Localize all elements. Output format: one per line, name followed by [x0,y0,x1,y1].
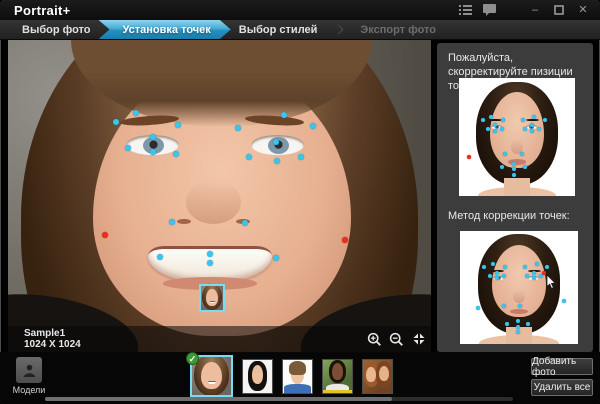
delete-all-button[interactable]: Удалить все [531,379,593,396]
selected-check-icon: ✓ [186,352,199,365]
app-title: Portrait+ [14,2,71,18]
landmark-point-cyan[interactable] [241,220,248,227]
tab-style-select[interactable]: Выбор стилей [225,20,332,39]
landmark-point-cyan[interactable] [503,151,508,156]
instruction-correction-method: Метод коррекции точек: [448,210,570,222]
title-bar: Portrait+ – ✕ [0,0,600,20]
file-name: Sample1 [24,327,66,339]
thumbnail-young-man[interactable] [282,359,313,394]
landmark-point-cyan[interactable] [534,261,539,266]
chevron-right-icon [333,24,344,35]
maximize-button[interactable] [552,4,566,16]
file-resolution: 1024 X 1024 [24,339,81,350]
task-list-icon[interactable] [458,4,472,16]
models-button[interactable]: Модели [9,357,49,395]
add-photo-button[interactable]: Добавить фото [531,356,593,378]
landmark-point-red[interactable] [467,155,472,160]
landmark-point-cyan[interactable] [523,126,528,131]
landmark-point-cyan[interactable] [515,329,520,334]
fit-to-screen-icon[interactable] [411,332,426,347]
landmark-point-cyan[interactable] [505,321,510,326]
landmark-point-cyan[interactable] [494,270,499,275]
landmark-point-cyan[interactable] [172,150,179,157]
landmark-point-cyan[interactable] [511,172,516,177]
app-window: Portrait+ – ✕ Выбор фото Установка точек… [0,0,600,404]
sample-neck [504,178,530,196]
feedback-bubble-icon[interactable] [482,4,496,16]
thumbnail-strip [190,354,393,397]
landmark-point-cyan[interactable] [487,274,492,279]
landmark-point-cyan[interactable] [537,126,542,131]
landmark-point-cyan[interactable] [491,261,496,266]
zoom-out-icon[interactable] [389,332,404,347]
landmark-point-cyan[interactable] [515,325,520,330]
close-button[interactable]: ✕ [576,4,590,16]
landmark-point-red[interactable] [101,232,108,238]
landmark-point-cyan[interactable] [486,126,490,131]
landmark-point-cyan[interactable] [112,119,119,126]
instruction-panel: Пожалуйста, скорректируйте пизиции точек… [437,43,593,352]
tab-set-points[interactable]: Установка точек [99,20,231,39]
thumbnail-girl-outdoor[interactable] [322,359,353,394]
zoom-in-icon[interactable] [367,332,382,347]
thumbnail-asian-woman[interactable] [242,359,273,394]
landmark-point-cyan[interactable] [169,218,176,225]
sample-points-image[interactable] [459,78,575,196]
landmark-point-cyan[interactable] [523,164,528,169]
wizard-tab-bar: Выбор фото Установка точек Выбор стилей … [0,20,600,40]
landmark-point-cyan[interactable] [501,303,506,308]
tab-export-photo: Экспорт фото [360,24,436,36]
tab-photo-select[interactable]: Выбор фото [8,20,105,39]
landmark-point-cyan[interactable] [280,111,287,118]
landmark-point-cyan[interactable] [502,265,507,270]
selected-photo-preview [199,284,225,312]
landmark-point-cyan[interactable] [519,151,524,156]
landmark-point-cyan[interactable] [501,274,506,279]
person-icon [16,357,42,383]
scrollbar-thumb[interactable] [45,397,392,401]
landmark-point-cyan[interactable] [511,162,516,167]
landmark-point-cyan[interactable] [499,126,504,131]
models-label: Модели [12,385,46,395]
thumbnail-scrollbar[interactable] [45,397,513,401]
sample-face [490,92,544,168]
landmark-point-cyan[interactable] [561,299,566,304]
landmark-point-cyan[interactable] [518,303,523,308]
sample-method-image[interactable] [460,231,578,344]
thumbnail-two-girls[interactable] [362,359,393,394]
landmark-point-cyan[interactable] [499,164,504,169]
landmark-point-cyan[interactable] [175,121,182,128]
landmark-point-cyan[interactable] [481,265,486,270]
landmark-point-cyan[interactable] [156,254,163,261]
bottom-bar: Модели ✓ Добавить фото Удалить все [0,352,600,404]
file-info: Sample1 1024 X 1024 [8,328,81,351]
landmark-point-cyan[interactable] [475,305,480,310]
photo-nose [185,180,241,225]
mouse-cursor-icon [546,274,556,294]
landmark-point-cyan[interactable] [511,166,516,171]
minimize-button[interactable]: – [528,4,542,16]
viewer-status-band: Sample1 1024 X 1024 [8,326,431,352]
